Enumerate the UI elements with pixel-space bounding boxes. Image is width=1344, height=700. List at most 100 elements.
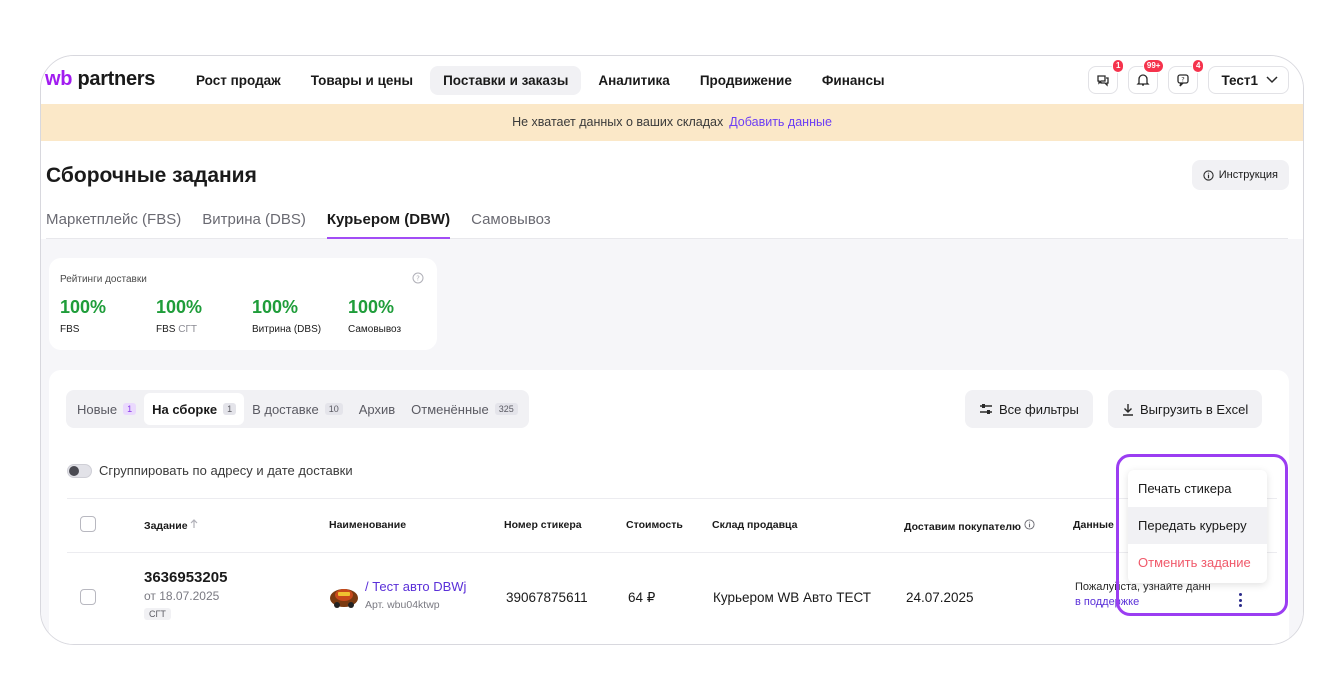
sliders-icon	[980, 404, 992, 414]
column-task[interactable]: Задание	[144, 519, 198, 532]
delivery-ratings-card: Рейтинги доставки ? 100% FBS 100% FBS СГ…	[49, 258, 437, 350]
subtab-delivery[interactable]: В доставке 10	[244, 393, 351, 425]
rating-pickup: 100% Самовывоз	[348, 297, 401, 335]
warehouse-data-banner: Не хватает данных о ваших складах Добавит…	[41, 104, 1303, 141]
row-checkbox[interactable]	[80, 589, 96, 605]
support-button[interactable]: ? 4	[1168, 59, 1205, 94]
column-name: Наименование	[329, 519, 407, 531]
top-bar: wb partners Рост продаж Товары и цены По…	[41, 56, 1303, 104]
user-name: Тест1	[1221, 72, 1258, 88]
rating-value: 100%	[60, 297, 107, 317]
subtab-new[interactable]: Новые 1	[69, 393, 144, 425]
group-toggle[interactable]	[67, 463, 92, 478]
rating-value: 100%	[252, 297, 299, 317]
help-chat-icon: ?	[1177, 74, 1190, 87]
all-filters-button[interactable]: Все фильтры	[965, 390, 1093, 428]
column-price: Стоимость	[626, 519, 683, 531]
info-icon[interactable]	[1024, 519, 1035, 530]
svg-text:?: ?	[1182, 76, 1185, 84]
svg-text:?: ?	[416, 275, 420, 283]
subtab-assembly[interactable]: На сборке 1	[144, 393, 245, 425]
instruction-label: Инструкция	[1218, 169, 1278, 181]
table-row[interactable]: 3636953205 от 18.07.2025 СГТ / Тест авто…	[67, 553, 1277, 643]
rating-label: Витрина (DBS)	[252, 324, 322, 335]
count-badge: 1	[123, 403, 137, 415]
fulfillment-tabs: Маркетплейс (FBS) Витрина (DBS) Курьером…	[46, 206, 1288, 239]
notifications-badge: 99+	[1142, 59, 1165, 73]
tab-dbw[interactable]: Курьером (DBW)	[326, 206, 451, 239]
count-badge: 1	[223, 403, 237, 415]
banner-text: Не хватает данных о ваших складах	[512, 115, 724, 129]
sticker-number: 39067875611	[506, 590, 588, 605]
price: 64 ₽	[628, 590, 656, 605]
download-icon	[1123, 403, 1133, 416]
support-badge: 4	[1192, 59, 1205, 73]
rating-label: FBS	[60, 324, 80, 335]
product-article: Арт. wbu04ktwp	[365, 599, 440, 611]
subtab-archive[interactable]: Архив	[351, 393, 403, 425]
delivery-date: 24.07.2025	[906, 590, 974, 605]
select-all-checkbox[interactable]	[80, 516, 96, 532]
menu-item-cancel-task[interactable]: Отменить задание	[1128, 544, 1267, 581]
sgt-tag: СГТ	[144, 608, 171, 620]
export-excel-button[interactable]: Выгрузить в Excel	[1108, 390, 1263, 428]
add-data-link[interactable]: Добавить данные	[729, 115, 832, 129]
chevron-down-icon	[1266, 76, 1278, 84]
filters-label: Все фильтры	[999, 401, 1079, 417]
nav-item-finance[interactable]: Финансы	[809, 66, 898, 95]
row-actions-menu: Печать стикера Передать курьеру Отменить…	[1128, 470, 1267, 583]
rating-dbs: 100% Витрина (DBS)	[252, 297, 321, 335]
rating-label: FBS СГТ	[156, 324, 197, 335]
instruction-button[interactable]: Инструкция	[1191, 160, 1289, 190]
menu-item-hand-to-courier[interactable]: Передать курьеру	[1128, 507, 1267, 544]
info-icon	[1203, 169, 1214, 181]
tab-fbs[interactable]: Маркетплейс (FBS)	[46, 206, 181, 239]
rating-value: 100%	[348, 297, 395, 317]
nav-item-analytics[interactable]: Аналитика	[585, 66, 682, 95]
tab-dbs[interactable]: Витрина (DBS)	[202, 206, 306, 239]
ratings-title: Рейтинги доставки	[60, 274, 147, 285]
nav-item-promotion[interactable]: Продвижение	[687, 66, 805, 95]
header-actions: 1 99+ ? 4 Тест1	[1088, 59, 1289, 94]
warehouse: Курьером WB Авто ТЕСТ	[713, 590, 872, 605]
rating-label: Самовывоз	[348, 324, 402, 335]
group-toggle-label: Сгруппировать по адресу и дате доставки	[99, 463, 353, 478]
help-icon[interactable]: ?	[412, 272, 424, 284]
product-thumbnail[interactable]	[329, 584, 359, 610]
chat-badge: 1	[1112, 59, 1125, 73]
count-badge: 325	[494, 403, 518, 415]
nav-item-goods[interactable]: Товары и цены	[298, 66, 426, 95]
notifications-button[interactable]: 99+	[1128, 59, 1165, 94]
group-toggle-row: Сгруппировать по адресу и дате доставки	[67, 463, 353, 478]
subtab-cancelled[interactable]: Отменённые 325	[403, 393, 526, 425]
task-id[interactable]: 3636953205	[144, 569, 227, 586]
nav-item-supplies[interactable]: Поставки и заказы	[430, 66, 582, 95]
column-data: Данные	[1073, 519, 1114, 531]
more-actions-icon[interactable]	[1228, 588, 1252, 612]
tab-pickup[interactable]: Самовывоз	[471, 206, 551, 239]
column-warehouse: Склад продавца	[712, 519, 798, 531]
sort-arrow-icon	[191, 519, 198, 528]
excel-label: Выгрузить в Excel	[1140, 401, 1249, 417]
orders-card: Новые 1 На сборке 1 В доставке 10 Архив Отм…	[49, 370, 1289, 644]
app-frame: wb partners Рост продаж Товары и цены По…	[40, 55, 1304, 645]
wb-partners-logo[interactable]: wb partners	[45, 68, 155, 91]
count-badge: 10	[324, 403, 343, 415]
status-subtabs: Новые 1 На сборке 1 В доставке 10 Архив Отм…	[66, 390, 529, 428]
nav-item-growth[interactable]: Рост продаж	[183, 66, 294, 95]
menu-item-print-sticker[interactable]: Печать стикера	[1128, 470, 1267, 507]
rating-fbs-sgt: 100% FBS СГТ	[156, 297, 202, 335]
user-menu-button[interactable]: Тест1	[1208, 66, 1289, 94]
product-name-link[interactable]: / Тест авто DBWj	[365, 579, 466, 594]
chat-button[interactable]: 1	[1088, 59, 1125, 94]
chat-icon	[1097, 75, 1110, 87]
rating-fbs: 100% FBS	[60, 297, 106, 335]
task-date: от 18.07.2025	[144, 589, 220, 603]
table-header: Задание Наименование Номер стикера Стоим…	[67, 498, 1277, 553]
rating-value: 100%	[156, 297, 203, 317]
bell-icon	[1136, 74, 1151, 86]
column-sticker: Номер стикера	[504, 519, 582, 531]
column-delivery-date: Доставим покупателю	[904, 519, 1035, 533]
main-nav: Рост продаж Товары и цены Поставки и зак…	[183, 66, 898, 95]
page-title: Сборочные задания	[46, 164, 257, 187]
